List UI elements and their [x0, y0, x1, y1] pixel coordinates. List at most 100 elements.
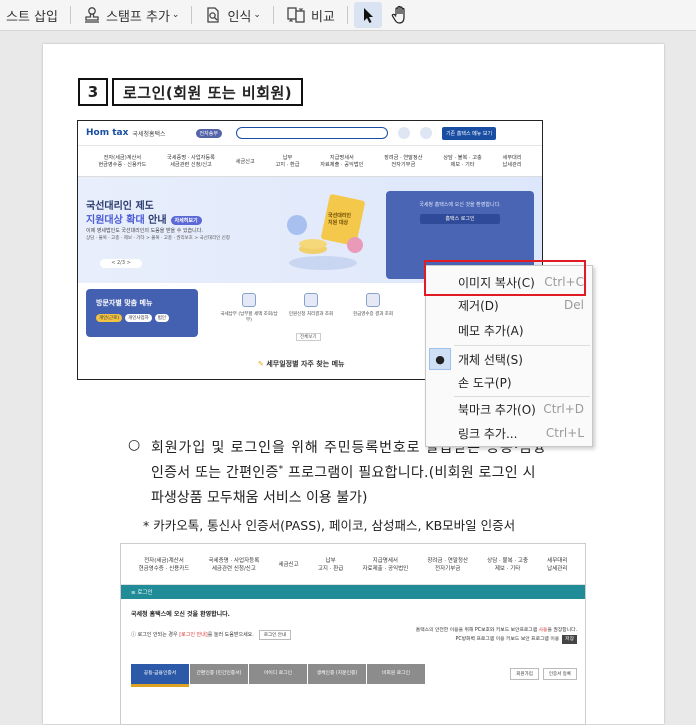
bullet-circle: ○	[128, 437, 141, 453]
context-menu-add-link[interactable]: 링크 추가... Ctrl+L	[426, 421, 592, 445]
hometax-logo: Hom tax	[86, 128, 129, 138]
toolbar-separator	[191, 6, 193, 24]
context-menu-add-memo[interactable]: 메모 추가(A)	[426, 318, 592, 342]
compare-icon	[287, 7, 305, 23]
hometax-login-screenshot[interactable]: 전자(세금)계산서 현금영수증 · 신용카드 국세증명 · 사업자등록 세금관련 신…	[120, 543, 586, 725]
civil-request-icon	[304, 293, 318, 307]
hero-line1: 국선대리인 제도	[86, 201, 154, 212]
hero-line2: 지원대상 확대 안내 자세히보기	[86, 211, 202, 226]
hero-description-path: 상담 · 불복 · 고충 · 제보 · 기타 > 불복 · 고충 · 권리보호 …	[86, 236, 230, 241]
visitor-menu-title: 방문자별 맞춤 메뉴	[96, 299, 153, 307]
menu-icon	[419, 127, 432, 139]
hero-login-button: 홈택스 로그인	[420, 214, 500, 224]
select-tool-button[interactable]	[353, 2, 382, 28]
login-help-note: ⓘ 로그인 안되는 경우 [로그인 안내]를 눌러 도움받으세요. 로그인 안내	[131, 630, 291, 640]
toolbar-recognize-label: 인식	[227, 9, 252, 25]
toolbar-compare-label: 비교	[310, 9, 335, 25]
login-menu-item: 납부 고지 · 환급	[317, 558, 344, 572]
tab-biometric: 생체인증 (지문인증)	[308, 664, 366, 684]
visitor-menu-box: 방문자별 맞춤 메뉴 개인(근로) 개인사업자 법인	[86, 289, 198, 337]
context-menu-separator	[454, 345, 590, 346]
login-breadcrumb-bar: ≡ 로그인	[121, 585, 585, 599]
login-tab-buttons: 회원가입 인증서 등록	[506, 668, 577, 680]
hometax-badge: 전자송부	[195, 128, 222, 138]
login-menu-item: 국세증명 · 사업자등록 세금관련 신청/신고	[208, 558, 260, 572]
login-menu-item: 세무대리 납세관리	[547, 558, 568, 572]
login-menu-item: 상담 · 불복 · 고충 제보 · 기타	[487, 558, 529, 572]
user-icon	[397, 127, 410, 139]
radio-dot-icon: ●	[429, 348, 451, 370]
login-tabs: 공동·금융인증서 간편인증 (민간인증서) 아이디 로그인 생체인증 (지문인증…	[131, 664, 426, 687]
toolbar-stamp-label: 스탬프 추가	[105, 9, 170, 25]
hero-illustration-text: 국선대리인 지원 대상	[328, 213, 352, 226]
hero-illustration	[287, 194, 365, 270]
hometax-menu-item: 납부 고지 · 환급	[275, 155, 300, 168]
hometax-logo-sub: 국세청홈택스	[132, 130, 166, 138]
section-number: 3	[78, 78, 108, 106]
login-welcome: 국세청 홈택스에 오신 것을 환영합니다.	[131, 611, 230, 618]
hand-tool-button[interactable]	[386, 2, 414, 28]
visitor-tag: 개인(근로)	[96, 314, 123, 322]
hometax-menu-item: 지급명세서 자료제출 · 공익법인	[320, 155, 364, 168]
login-menu-item: 전자(세금)계산서 현금영수증 · 신용카드	[138, 558, 190, 572]
toolbar-recognize-button[interactable]: 인식 ⌄	[198, 2, 266, 28]
login-help-button: 로그인 안내	[258, 630, 291, 640]
paragraph-line-3: 파생상품 모두채움 서비스 이용 불가)	[151, 490, 368, 506]
tab-id-login: 아이디 로그인	[249, 664, 307, 684]
hometax-menu-item: 장려금 · 연말정산 전자기부금	[384, 155, 423, 168]
visitor-item: 국세납부 (납부할 세액 조회/납부)	[218, 289, 280, 323]
context-menu-add-bookmark[interactable]: 북마크 추가(O) Ctrl+D	[426, 397, 592, 421]
hometax-faq-title: ✎ 세무일정별 자주 찾는 메뉴	[258, 360, 345, 368]
login-menu: 전자(세금)계산서 현금영수증 · 신용카드 국세증명 · 사업자등록 세금관련 신…	[121, 544, 585, 585]
tax-pay-icon	[242, 293, 256, 307]
hometax-menu: 전자(세금)계산서 현금영수증 · 신용카드 국세증명 · 사업자등록 세금관련 신…	[78, 146, 542, 177]
recognize-icon	[207, 7, 220, 23]
login-menu-item: 세금신고	[278, 562, 299, 568]
hometax-header: Hom tax 국세청홈택스 전자송부 기존 홈택스 메뉴 보기	[78, 121, 542, 146]
hometax-menu-item: 세무대리 납세관리	[502, 155, 522, 168]
toolbar-compare-button[interactable]: 비교	[280, 2, 341, 28]
toolbar-separator	[272, 6, 274, 24]
visitor-tag: 법인	[154, 314, 170, 322]
toolbar-stamp-button[interactable]: 스탬프 추가 ⌄	[77, 2, 185, 28]
paragraph-line-2: 인증서 또는 간편인증* 프로그램이 필요합니다.(비회원 로그인 시	[151, 464, 536, 481]
toolbar-text-insert-label: 스트 삽입	[6, 9, 58, 25]
copy-image-highlight-box	[424, 260, 586, 296]
login-menu-item: 지급명세서 자료제출 · 공익법인	[362, 558, 409, 572]
signup-button: 회원가입	[510, 668, 539, 680]
receipt-icon	[366, 293, 380, 307]
hometax-menu-item: 상담 · 불복 · 고충 제보 · 기타	[443, 155, 482, 168]
tab-simple-auth: 간편인증 (민간인증서)	[190, 664, 248, 684]
visitor-item: 민원신청 처리결과 조회	[280, 289, 342, 323]
context-menu-remove[interactable]: 제거(D) Del	[426, 293, 592, 317]
hero-pager: < 2/3 >	[100, 259, 142, 268]
stamp-icon	[84, 7, 99, 23]
toolbar-separator	[346, 6, 348, 24]
toolbar-text-insert[interactable]: 스트 삽입	[0, 2, 64, 28]
hero-description: 이제 영세법인도 국선대리인의 도움을 받을 수 있습니다.	[86, 228, 203, 234]
chevron-down-icon: ⌄	[253, 10, 261, 20]
context-menu-hand-tool[interactable]: 손 도구(P)	[426, 370, 592, 394]
save-button: 저장	[562, 635, 577, 644]
toolbar-separator	[69, 6, 71, 24]
hometax-search-bar	[235, 127, 388, 139]
chevron-down-icon: ⌄	[171, 10, 180, 20]
tab-joint-certificate: 공동·금융인증서	[131, 664, 189, 687]
info-icon: ⓘ	[131, 632, 137, 638]
visitor-tag: 개인사업자	[125, 314, 152, 322]
section-heading: 3 로그인(회원 또는 비회원)	[78, 78, 304, 106]
faq-icon: ✎	[258, 360, 264, 368]
section-title: 로그인(회원 또는 비회원)	[112, 78, 304, 106]
hero-login-welcome: 국세청 홈택스에 오신 것을 환영합니다.	[419, 202, 501, 208]
select-arrow-icon	[363, 8, 373, 23]
hometax-old-menu-button: 기존 홈택스 메뉴 보기	[441, 126, 497, 140]
login-menu-item: 장려금 · 연말정산 전자기부금	[427, 558, 469, 572]
register-certificate-button: 인증서 등록	[542, 668, 577, 680]
visitor-more: 전체보기	[296, 333, 321, 341]
context-menu-select-object[interactable]: ● 개체 선택(S)	[426, 347, 592, 371]
toolbar: 스트 삽입 스탬프 추가 ⌄ 인식 ⌄ 비교	[0, 0, 696, 31]
visitor-item: 현금영수증 결과 조회	[342, 289, 404, 323]
login-security-note: 홈택스의 안전한 이용을 위해 PC보호와 키보드 보안프로그램 사용을 권장합…	[415, 628, 577, 644]
hand-tool-icon	[391, 5, 405, 24]
hometax-menu-item: 국세증명 · 사업자등록 세금관련 신청/신고	[167, 155, 215, 168]
